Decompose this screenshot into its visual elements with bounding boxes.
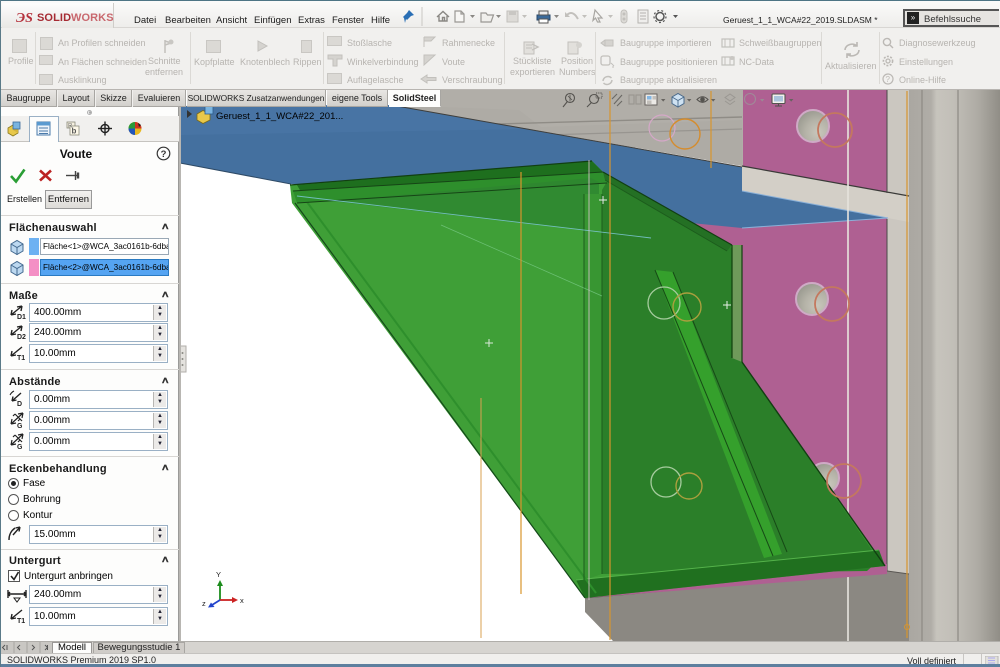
svg-text:ЭS: ЭS xyxy=(16,11,33,26)
svg-text:R: R xyxy=(68,124,73,130)
svg-text:T1: T1 xyxy=(17,618,25,625)
svg-text:Geruest_1_1_WCA#22_201...: Geruest_1_1_WCA#22_201... xyxy=(216,111,343,122)
svg-text:G: G xyxy=(17,444,23,451)
svg-text:D: D xyxy=(17,401,22,408)
svg-text:SOLID: SOLID xyxy=(37,12,71,24)
svg-text:T1: T1 xyxy=(17,355,25,362)
svg-text:D2: D2 xyxy=(17,334,26,341)
svg-text:x: x xyxy=(240,596,244,605)
svg-text:G: G xyxy=(17,423,23,430)
svg-text:WORKS: WORKS xyxy=(71,12,114,24)
svg-text:z: z xyxy=(202,599,206,608)
svg-text:?: ? xyxy=(886,75,891,84)
svg-text:D1: D1 xyxy=(17,314,26,321)
svg-text:?: ? xyxy=(161,149,167,160)
svg-text:Y: Y xyxy=(216,570,221,579)
